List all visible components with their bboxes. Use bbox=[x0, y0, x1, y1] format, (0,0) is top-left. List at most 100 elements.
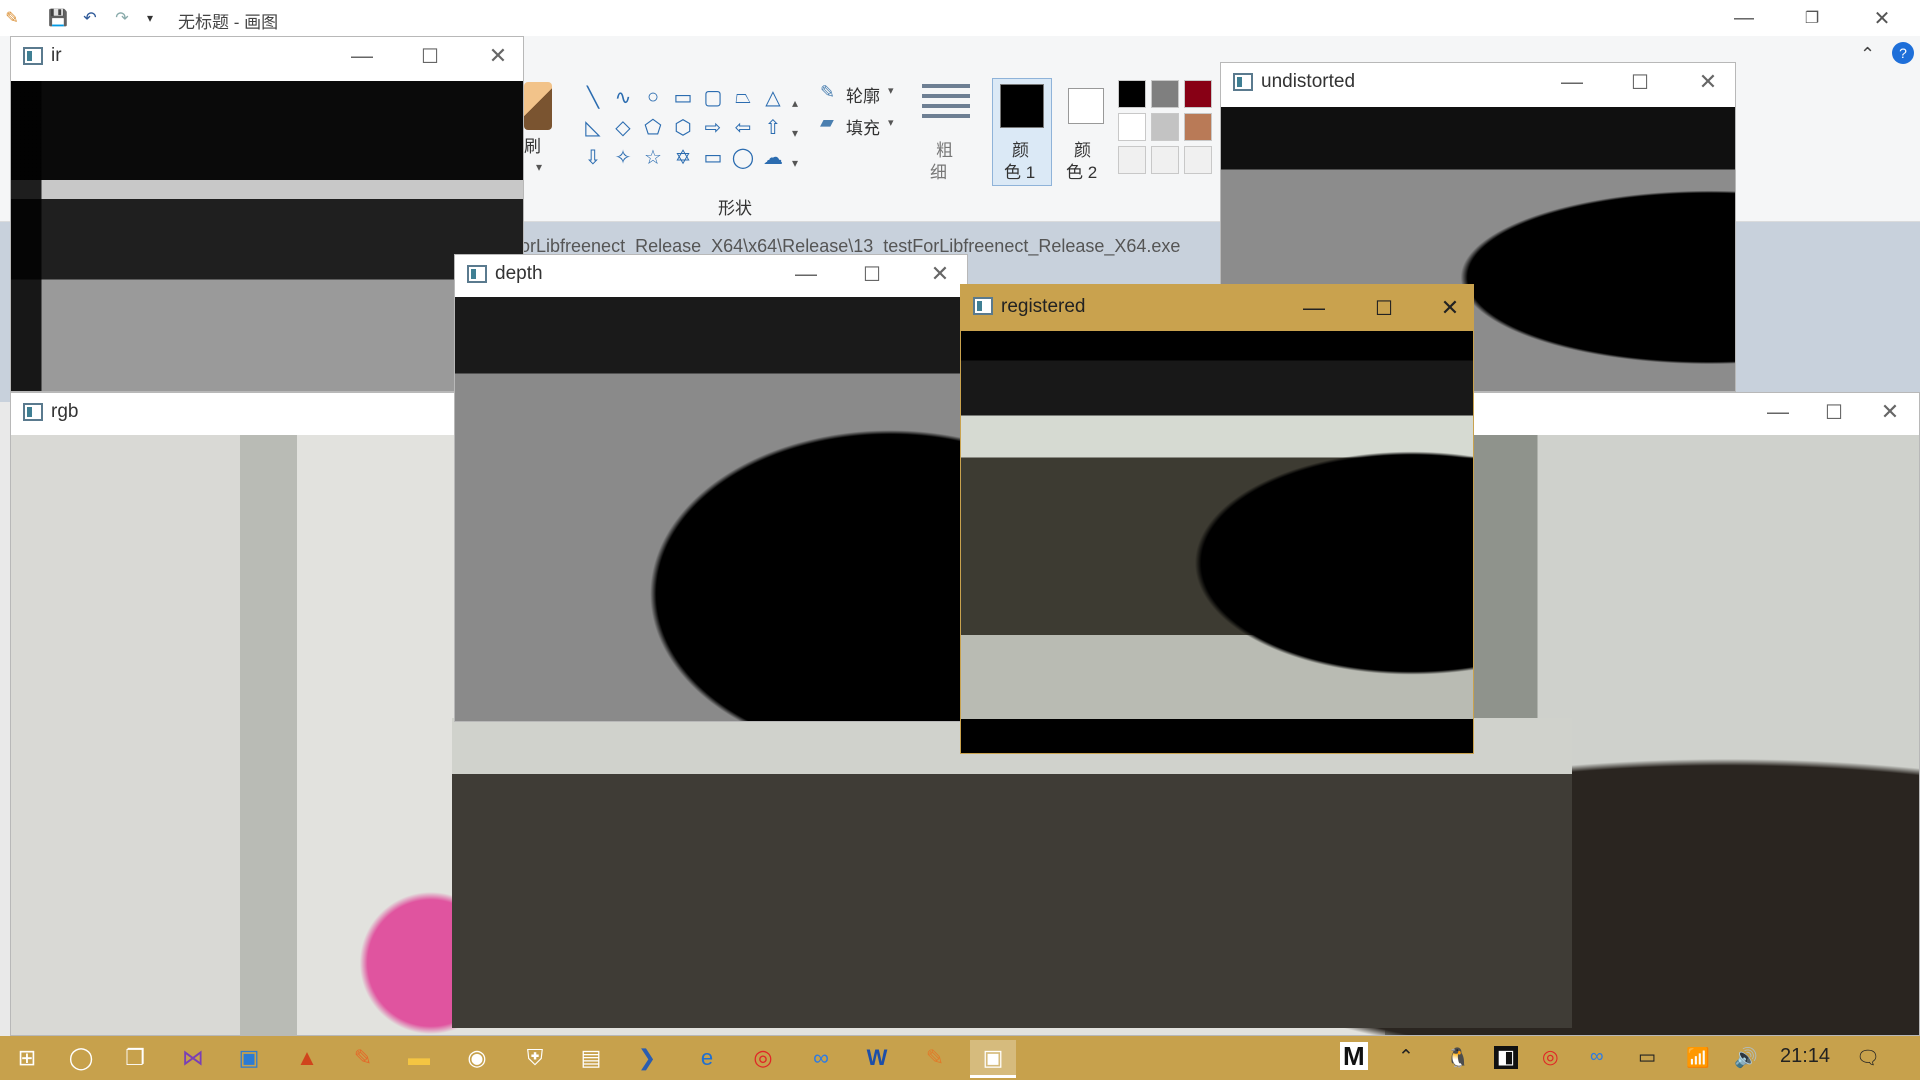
minimize-button[interactable]: — bbox=[1291, 292, 1337, 324]
shapes-scroll-arrows[interactable]: ▴ ▾ ▾ bbox=[792, 88, 798, 178]
close-button[interactable]: ✕ bbox=[1867, 396, 1913, 428]
maximize-button[interactable]: ☐ bbox=[1361, 292, 1407, 324]
undistorted-titlebar[interactable]: undistorted — ☐ ✕ bbox=[1221, 63, 1735, 101]
paint-close-button[interactable]: ✕ bbox=[1862, 4, 1902, 32]
depth-titlebar[interactable]: depth — ☐ ✕ bbox=[455, 255, 967, 293]
ir-window[interactable]: ir — ☐ ✕ bbox=[10, 36, 524, 392]
four-point-star-shape-icon[interactable]: ✧ bbox=[608, 142, 638, 172]
five-point-star-shape-icon[interactable]: ☆ bbox=[638, 142, 668, 172]
customize-icon[interactable]: ▾ bbox=[140, 8, 160, 28]
paint-app-icon[interactable]: ✎ bbox=[2, 8, 22, 28]
rectangle-shape-icon[interactable]: ▭ bbox=[668, 82, 698, 112]
palette-swatch[interactable] bbox=[1184, 80, 1212, 108]
help-icon[interactable]: ? bbox=[1892, 42, 1914, 64]
palette-swatch[interactable] bbox=[1118, 80, 1146, 108]
collapse-ribbon-icon[interactable]: ⌃ bbox=[1860, 44, 1875, 65]
edge-icon[interactable]: e bbox=[690, 1042, 724, 1074]
outline-icon[interactable]: ✎ bbox=[820, 82, 835, 103]
battery-icon[interactable]: ▭ bbox=[1638, 1046, 1656, 1069]
close-button[interactable]: ✕ bbox=[475, 40, 521, 72]
video-app-icon[interactable]: ◧ bbox=[1494, 1046, 1518, 1069]
triangle-shape-icon[interactable]: △ bbox=[758, 82, 788, 112]
remote-desktop-icon[interactable]: ▣ bbox=[232, 1042, 266, 1074]
palette-swatch[interactable] bbox=[1151, 113, 1179, 141]
minimize-button[interactable]: — bbox=[783, 258, 829, 290]
cortana-icon[interactable]: ◯ bbox=[64, 1042, 98, 1074]
minimize-button[interactable]: — bbox=[339, 40, 385, 72]
palette-swatch[interactable] bbox=[1118, 146, 1146, 174]
file-explorer-icon[interactable]: ▬ bbox=[402, 1042, 436, 1074]
fill-icon[interactable]: ▰ bbox=[820, 112, 834, 133]
paint-minimize-button[interactable]: — bbox=[1724, 4, 1764, 32]
notification-center-icon[interactable]: 🗨 bbox=[1856, 1046, 1880, 1070]
powershell-icon[interactable]: ❯ bbox=[630, 1042, 664, 1074]
curve-shape-icon[interactable]: ∿ bbox=[608, 82, 638, 112]
close-button[interactable]: ✕ bbox=[1685, 66, 1731, 98]
pentagon-shape-icon[interactable]: ⬠ bbox=[638, 112, 668, 142]
line-shape-icon[interactable]: ╲ bbox=[578, 82, 608, 112]
rounded-rectangle-shape-icon[interactable]: ▢ bbox=[698, 82, 728, 112]
minimize-button[interactable]: — bbox=[1549, 66, 1595, 98]
palette-swatch[interactable] bbox=[1184, 146, 1212, 174]
maximize-button[interactable]: ☐ bbox=[849, 258, 895, 290]
baidu-tray-icon[interactable]: ∞ bbox=[1590, 1046, 1604, 1068]
volume-icon[interactable]: 🔊 bbox=[1734, 1046, 1758, 1070]
wifi-icon[interactable]: 📶 bbox=[1686, 1046, 1710, 1070]
down-arrow-shape-icon[interactable]: ⇩ bbox=[578, 142, 608, 172]
polygon-shape-icon[interactable]: ⏢ bbox=[728, 82, 758, 112]
task-view-icon[interactable]: ❐ bbox=[118, 1042, 152, 1074]
diamond-shape-icon[interactable]: ◇ bbox=[608, 112, 638, 142]
paint-restore-button[interactable]: ❐ bbox=[1792, 4, 1832, 32]
paint-app-icon[interactable]: ✎ bbox=[918, 1042, 952, 1074]
clock[interactable]: 21:14 bbox=[1780, 1045, 1830, 1068]
save-icon[interactable]: 💾 bbox=[48, 8, 68, 28]
left-arrow-shape-icon[interactable]: ⇦ bbox=[728, 112, 758, 142]
close-button[interactable]: ✕ bbox=[1427, 292, 1473, 324]
cloud-callout-shape-icon[interactable]: ☁ bbox=[758, 142, 788, 172]
fill-button-label[interactable]: 填充 bbox=[846, 114, 880, 139]
qq-icon[interactable]: 🐧 bbox=[1446, 1046, 1470, 1070]
outline-button-label[interactable]: 轮廓 bbox=[846, 82, 880, 107]
fill-dropdown-arrow[interactable]: ▾ bbox=[888, 116, 894, 129]
palette-swatch[interactable] bbox=[1151, 80, 1179, 108]
opencv-window-icon[interactable]: ▣ bbox=[970, 1040, 1016, 1078]
right-triangle-shape-icon[interactable]: ◺ bbox=[578, 112, 608, 142]
start-icon[interactable]: ⊞ bbox=[10, 1042, 44, 1074]
rect-callout-shape-icon[interactable]: ▭ bbox=[698, 142, 728, 172]
matlab-icon[interactable]: ▲ bbox=[290, 1042, 324, 1074]
word-icon[interactable]: W bbox=[860, 1042, 894, 1074]
baidu-netdisk-icon[interactable]: ∞ bbox=[804, 1042, 838, 1074]
hexagon-shape-icon[interactable]: ⬡ bbox=[668, 112, 698, 142]
security-icon[interactable]: ⛨ bbox=[518, 1042, 552, 1074]
brush-icon[interactable] bbox=[524, 82, 552, 130]
chrome-icon[interactable]: ◉ bbox=[460, 1042, 494, 1074]
size-icon[interactable] bbox=[922, 84, 970, 124]
minimize-button[interactable]: — bbox=[1755, 396, 1801, 428]
notes-icon[interactable]: ▤ bbox=[574, 1042, 608, 1074]
show-hidden-icons-icon[interactable]: ⌃ bbox=[1398, 1046, 1414, 1069]
redo-icon[interactable]: ↷ bbox=[112, 8, 132, 28]
registered-titlebar[interactable]: registered — ☐ ✕ bbox=[961, 285, 1473, 331]
outline-dropdown-arrow[interactable]: ▾ bbox=[888, 84, 894, 97]
maximize-button[interactable]: ☐ bbox=[407, 40, 453, 72]
ir-titlebar[interactable]: ir — ☐ ✕ bbox=[11, 37, 523, 75]
oval-shape-icon[interactable]: ○ bbox=[638, 82, 668, 112]
oval-callout-shape-icon[interactable]: ◯ bbox=[728, 142, 758, 172]
visual-studio-icon[interactable]: ⋈ bbox=[176, 1042, 210, 1074]
depth-window[interactable]: depth — ☐ ✕ bbox=[454, 254, 968, 722]
maximize-button[interactable]: ☐ bbox=[1811, 396, 1857, 428]
paint-icon[interactable]: ✎ bbox=[346, 1042, 380, 1074]
close-button[interactable]: ✕ bbox=[917, 258, 963, 290]
six-point-star-shape-icon[interactable]: ✡ bbox=[668, 142, 698, 172]
registered-window[interactable]: registered — ☐ ✕ bbox=[960, 284, 1474, 754]
tray-m-app-icon[interactable]: M bbox=[1340, 1042, 1368, 1070]
netease-tray-icon[interactable]: ◎ bbox=[1542, 1046, 1559, 1069]
up-arrow-shape-icon[interactable]: ⇧ bbox=[758, 112, 788, 142]
palette-swatch[interactable] bbox=[1151, 146, 1179, 174]
right-arrow-shape-icon[interactable]: ⇨ bbox=[698, 112, 728, 142]
color2-swatch[interactable] bbox=[1068, 88, 1104, 124]
palette-swatch[interactable] bbox=[1184, 113, 1212, 141]
netease-music-icon[interactable]: ◎ bbox=[746, 1042, 780, 1074]
palette-swatch[interactable] bbox=[1118, 113, 1146, 141]
undo-icon[interactable]: ↶ bbox=[80, 8, 100, 28]
